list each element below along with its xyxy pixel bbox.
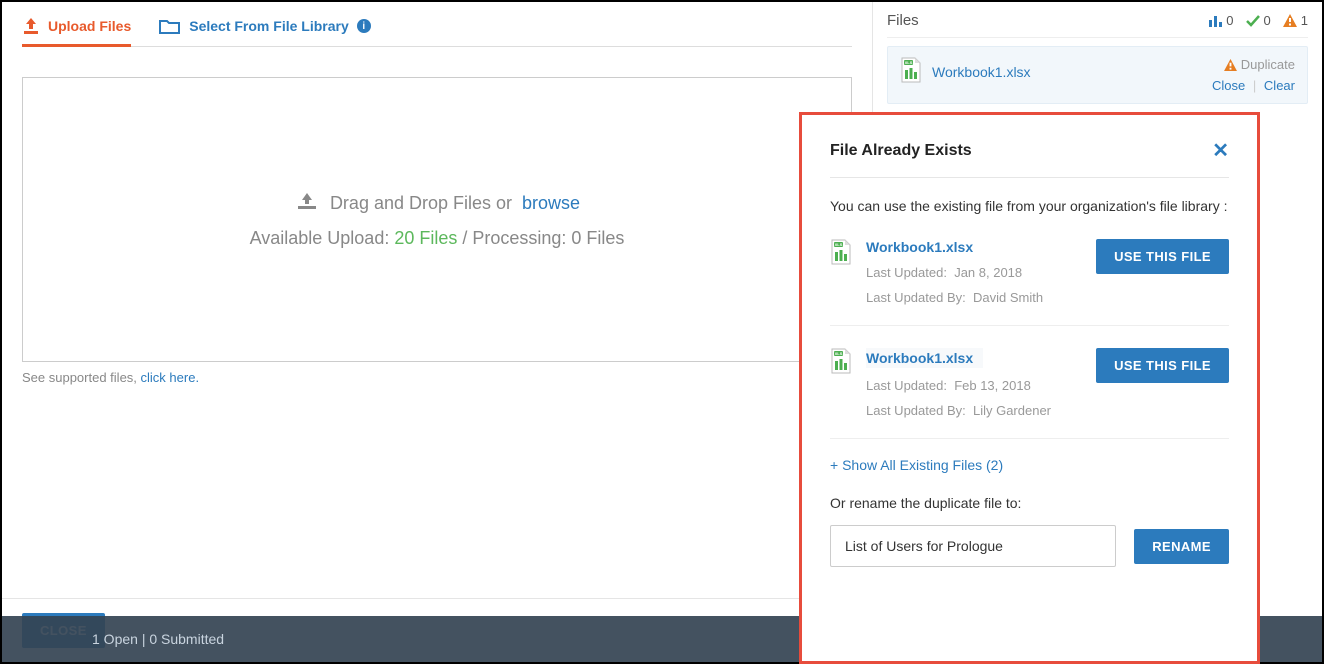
svg-text:XLS: XLS <box>835 242 843 247</box>
info-icon[interactable]: i <box>357 19 371 33</box>
browse-link[interactable]: browse <box>522 193 580 214</box>
file-row: XLS Workbook1.xlsx Duplicate Close | Cle… <box>887 46 1308 104</box>
folder-icon <box>159 18 181 34</box>
tab-bar: Upload Files Select From File Library i <box>22 12 852 47</box>
file-exists-modal: File Already Exists ✕ You can use the ex… <box>799 112 1260 664</box>
warning-icon <box>1224 59 1237 71</box>
file-dropzone[interactable]: Drag and Drop Files or browse Available … <box>22 77 852 362</box>
tab-label: Select From File Library <box>189 18 349 34</box>
existing-file-name[interactable]: Workbook1.xlsx <box>866 239 1082 255</box>
xlsx-icon: XLS <box>830 239 852 268</box>
existing-file-item: XLS Workbook1.xlsx Last Updated: Jan 8, … <box>830 217 1229 326</box>
file-name-link[interactable]: Workbook1.xlsx <box>932 64 1031 80</box>
tab-upload-files[interactable]: Upload Files <box>22 12 131 47</box>
duplicate-badge: Duplicate <box>1224 57 1295 72</box>
last-updated: Last Updated: Feb 13, 2018 <box>866 378 1082 393</box>
last-updated: Last Updated: Jan 8, 2018 <box>866 265 1082 280</box>
warning-icon <box>1283 14 1297 27</box>
last-updated-by: Last Updated By: Lily Gardener <box>866 403 1082 418</box>
tab-label: Upload Files <box>48 18 131 34</box>
modal-title: File Already Exists <box>830 142 972 160</box>
file-status-summary: 0 0 1 <box>1208 13 1308 28</box>
xlsx-icon: XLS <box>830 348 852 377</box>
stat-warn: 1 <box>1283 13 1308 28</box>
existing-file-item: XLS Workbook1.xlsx Last Updated: Feb 13,… <box>830 326 1229 439</box>
upload-cloud-icon <box>294 191 320 216</box>
stat-chart: 0 <box>1208 13 1233 28</box>
close-icon[interactable]: ✕ <box>1212 141 1229 161</box>
last-updated-by: Last Updated By: David Smith <box>866 290 1082 305</box>
available-count: 20 Files <box>394 228 457 248</box>
stat-ok: 0 <box>1246 13 1271 28</box>
tab-file-library[interactable]: Select From File Library i <box>159 12 371 47</box>
rename-input[interactable] <box>830 525 1116 567</box>
rename-label: Or rename the duplicate file to: <box>830 495 1229 511</box>
files-title: Files <box>887 12 919 29</box>
supported-files-note: See supported files, click here. <box>22 370 852 385</box>
upload-panel: Upload Files Select From File Library i … <box>2 2 872 662</box>
upload-icon <box>22 18 40 34</box>
existing-file-name[interactable]: Workbook1.xlsx <box>866 348 983 368</box>
use-this-file-button[interactable]: USE THIS FILE <box>1096 348 1229 383</box>
file-clear-action[interactable]: Clear <box>1264 78 1295 93</box>
upload-counts: Available Upload: 20 Files / Processing:… <box>250 228 625 249</box>
supported-files-link[interactable]: click here. <box>141 370 200 385</box>
modal-description: You can use the existing file from your … <box>830 196 1229 217</box>
svg-text:XLS: XLS <box>905 60 913 65</box>
xlsx-icon: XLS <box>900 57 922 86</box>
show-all-files-link[interactable]: + Show All Existing Files (2) <box>830 457 1229 473</box>
rename-button[interactable]: RENAME <box>1134 529 1229 564</box>
dropzone-text: Drag and Drop Files or <box>330 193 512 214</box>
file-close-action[interactable]: Close <box>1212 78 1245 93</box>
popover-arrow <box>1127 112 1147 114</box>
check-icon <box>1246 15 1260 27</box>
svg-text:XLS: XLS <box>835 351 843 356</box>
bar-chart-icon <box>1208 15 1222 27</box>
use-this-file-button[interactable]: USE THIS FILE <box>1096 239 1229 274</box>
